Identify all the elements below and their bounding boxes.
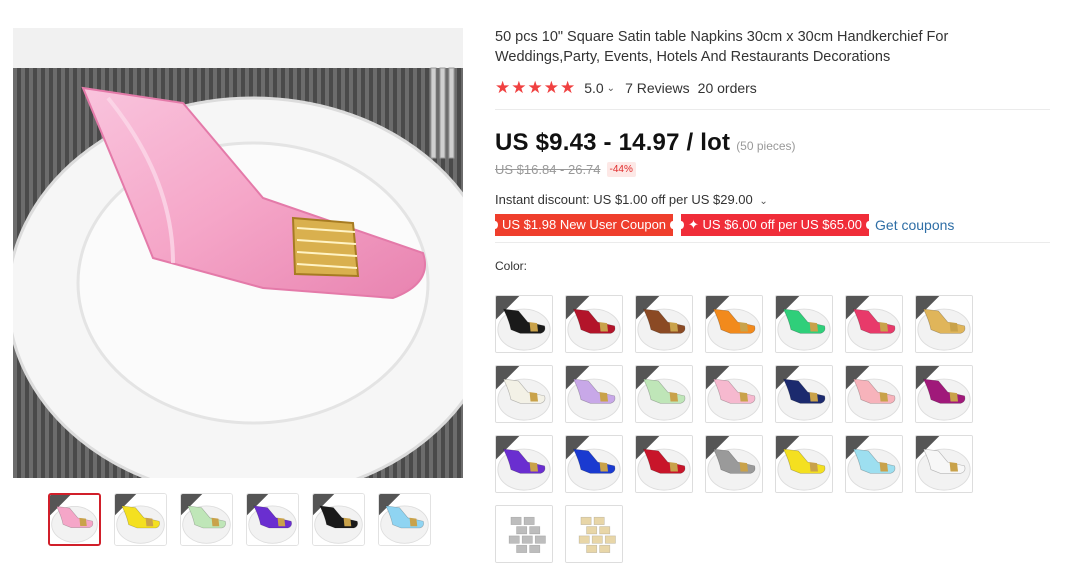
color-swatch[interactable] [495, 295, 553, 353]
color-label: Color: [495, 259, 528, 273]
new-user-coupon[interactable]: US $1.98 New User Coupon [491, 214, 677, 236]
original-price-row: US $16.84 - 26.74 -44% [495, 162, 1050, 177]
chevron-down-icon[interactable]: ⌄ [607, 83, 615, 94]
gallery-thumbnail[interactable] [180, 493, 233, 546]
color-swatch[interactable] [495, 365, 553, 423]
store-coupon[interactable]: ✦ US $6.00 off per US $65.00 [678, 214, 872, 236]
color-swatch[interactable] [635, 435, 693, 493]
color-swatch[interactable] [495, 505, 553, 563]
gallery-thumbnail[interactable] [378, 493, 431, 546]
color-swatch[interactable] [635, 365, 693, 423]
swatch-row [495, 295, 985, 353]
chevron-down-icon[interactable]: ⌄ [759, 196, 767, 207]
main-product-image[interactable] [13, 28, 463, 478]
original-price: US $16.84 - 26.74 [495, 162, 601, 177]
instant-discount-text: Instant discount: US $1.00 off per US $2… [495, 192, 753, 207]
gallery-thumbnail[interactable] [312, 493, 365, 546]
color-swatch[interactable] [635, 295, 693, 353]
product-title: 50 pcs 10" Square Satin table Napkins 30… [495, 29, 949, 65]
swatch-row [495, 505, 985, 563]
thumbnail-strip [48, 493, 431, 546]
color-swatch[interactable] [915, 435, 973, 493]
color-swatch[interactable] [845, 435, 903, 493]
color-swatch[interactable] [705, 435, 763, 493]
color-swatch[interactable] [775, 435, 833, 493]
swatch-row [495, 435, 985, 493]
divider [495, 109, 1050, 110]
gallery-thumbnail[interactable] [114, 493, 167, 546]
product-info: 50 pcs 10" Square Satin table Napkins 30… [491, 28, 1050, 273]
price-row: US $9.43 - 14.97 / lot (50 pieces) [495, 129, 1050, 157]
color-swatch[interactable] [565, 365, 623, 423]
get-coupons-link[interactable]: Get coupons [875, 217, 954, 233]
divider [495, 242, 1050, 243]
reviews-link[interactable]: 7 Reviews [625, 80, 690, 96]
color-swatches [495, 295, 985, 573]
color-swatch[interactable] [845, 365, 903, 423]
orders-count: 20 orders [697, 80, 757, 96]
current-price: US $9.43 - 14.97 / lot [495, 129, 731, 156]
color-swatch[interactable] [915, 295, 973, 353]
discount-badge: -44% [606, 162, 636, 177]
color-swatch[interactable] [565, 505, 623, 563]
color-swatch[interactable] [775, 365, 833, 423]
gallery-thumbnail[interactable] [246, 493, 299, 546]
color-swatch[interactable] [495, 435, 553, 493]
color-swatch[interactable] [775, 295, 833, 353]
color-swatch[interactable] [565, 435, 623, 493]
color-swatch[interactable] [565, 295, 623, 353]
color-swatch[interactable] [705, 365, 763, 423]
coupon-row: US $1.98 New User Coupon ✦ US $6.00 off … [491, 214, 1050, 236]
rating-row: ★★★★★ 5.0 ⌄ 7 Reviews 20 orders [495, 78, 1050, 98]
color-swatch[interactable] [705, 295, 763, 353]
color-swatch[interactable] [915, 365, 973, 423]
star-rating-icon: ★★★★★ [495, 78, 577, 97]
rating-score[interactable]: 5.0 [584, 80, 603, 96]
instant-discount[interactable]: Instant discount: US $1.00 off per US $2… [495, 192, 1050, 207]
gallery-thumbnail[interactable] [48, 493, 101, 546]
swatch-row [495, 365, 985, 423]
lot-pieces: (50 pieces) [736, 139, 796, 153]
napkin-photo [13, 28, 463, 478]
color-swatch[interactable] [845, 295, 903, 353]
